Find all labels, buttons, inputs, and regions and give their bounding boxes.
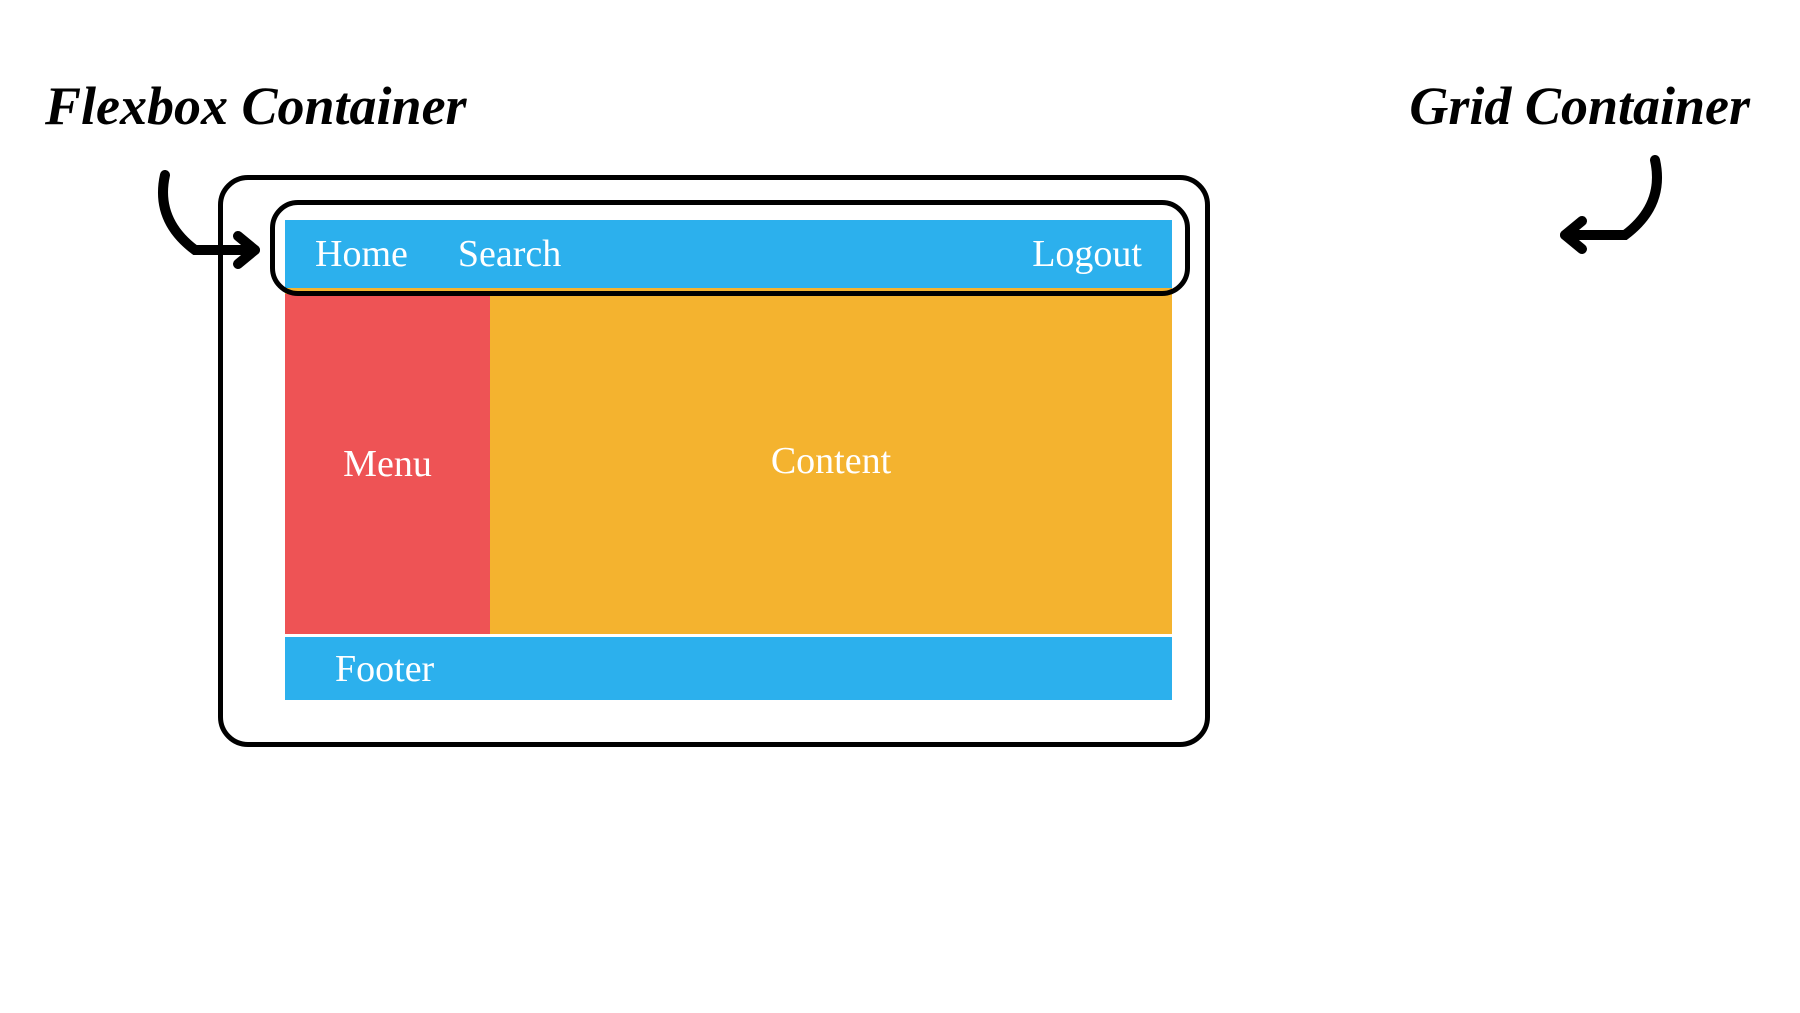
grid-container-label: Grid Container <box>1409 75 1750 137</box>
nav-logout[interactable]: Logout <box>1032 232 1142 276</box>
menu-sidebar: Menu <box>285 288 490 634</box>
header-bar: Home Search Logout <box>285 220 1172 288</box>
nav-search[interactable]: Search <box>458 232 561 276</box>
nav-home[interactable]: Home <box>315 232 408 276</box>
layout-grid: Home Search Logout Menu Content Footer <box>285 220 1172 700</box>
arrow-right-icon <box>1540 155 1670 265</box>
content-area: Content <box>490 288 1172 634</box>
footer-label: Footer <box>335 647 434 691</box>
content-label: Content <box>771 439 891 483</box>
flexbox-container-label: Flexbox Container <box>45 75 467 137</box>
footer-bar: Footer <box>285 634 1172 700</box>
menu-label: Menu <box>343 442 432 486</box>
grid-container-outline: Home Search Logout Menu Content Footer <box>218 175 1210 747</box>
